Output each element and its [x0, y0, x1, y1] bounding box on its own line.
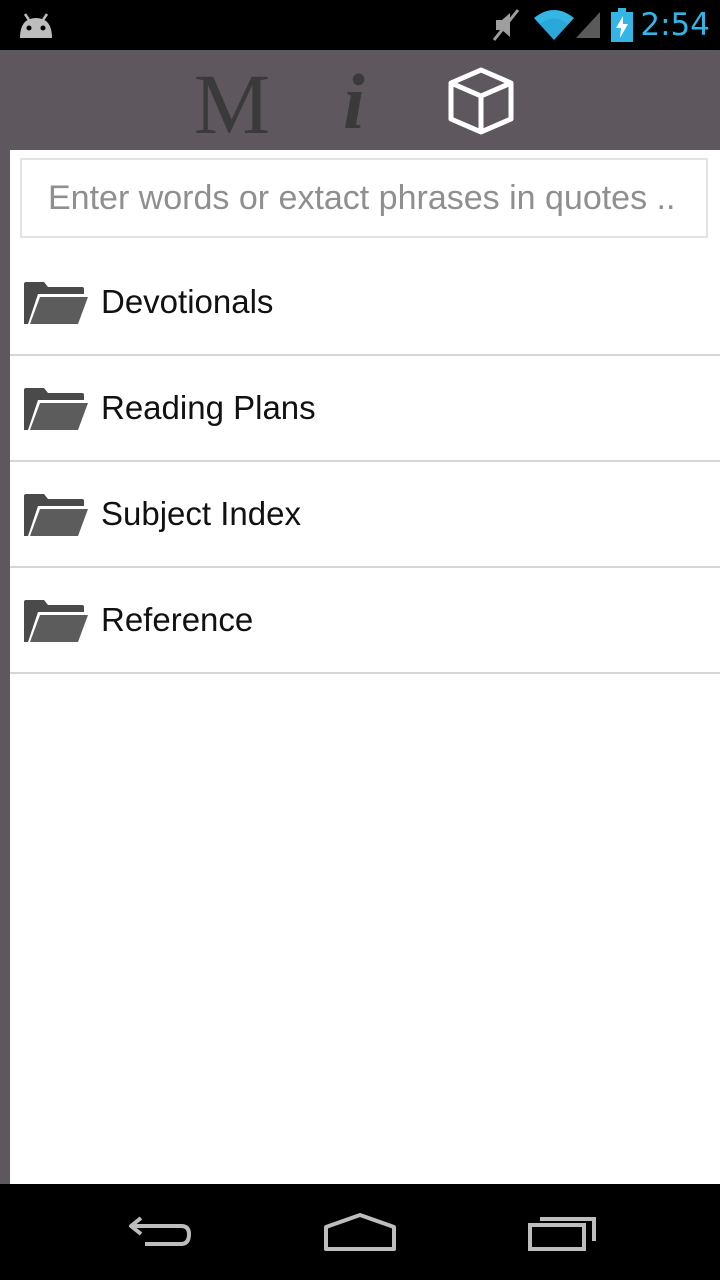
folder-icon: [24, 600, 88, 642]
search-box: [20, 158, 708, 238]
navigation-bar: [0, 1184, 720, 1280]
wifi-icon: [534, 10, 574, 40]
search-input[interactable]: [22, 160, 706, 236]
toolbar: M i: [0, 50, 720, 152]
folder-list: Devotionals Reading Plans Subject Index: [10, 250, 720, 674]
folder-icon: [24, 282, 88, 324]
recent-apps-icon: [528, 1217, 596, 1251]
back-icon: [129, 1216, 192, 1246]
list-item-reading-plans[interactable]: Reading Plans: [10, 356, 720, 462]
home-icon: [324, 1213, 396, 1251]
list-item-label: Devotionals: [101, 283, 274, 320]
battery-charging-icon: [611, 8, 633, 42]
cube-button[interactable]: [440, 50, 522, 150]
info-button[interactable]: i: [330, 50, 378, 152]
list-item-reference[interactable]: Reference: [10, 568, 720, 674]
signal-icon: [576, 12, 600, 38]
folder-icon: [24, 388, 88, 430]
list-item-label: Reference: [101, 601, 254, 638]
list-item-label: Subject Index: [101, 495, 301, 532]
folder-icon: [24, 494, 88, 536]
recent-apps-button[interactable]: [517, 1204, 607, 1260]
back-button[interactable]: [115, 1204, 205, 1260]
mute-icon: [492, 9, 520, 41]
content-panel: Devotionals Reading Plans Subject Index: [10, 150, 720, 1184]
status-clock: 2:54: [640, 7, 710, 43]
android-icon: [20, 13, 52, 38]
m-button[interactable]: M: [190, 50, 274, 154]
list-item-devotionals[interactable]: Devotionals: [10, 250, 720, 356]
list-item-subject-index[interactable]: Subject Index: [10, 462, 720, 568]
list-item-label: Reading Plans: [101, 389, 316, 426]
screen: 2:54 M i Devotionals: [0, 0, 720, 1280]
cube-icon: [448, 67, 514, 135]
status-bar: 2:54: [0, 0, 720, 50]
side-strip: [0, 150, 10, 1184]
home-button[interactable]: [315, 1204, 405, 1260]
